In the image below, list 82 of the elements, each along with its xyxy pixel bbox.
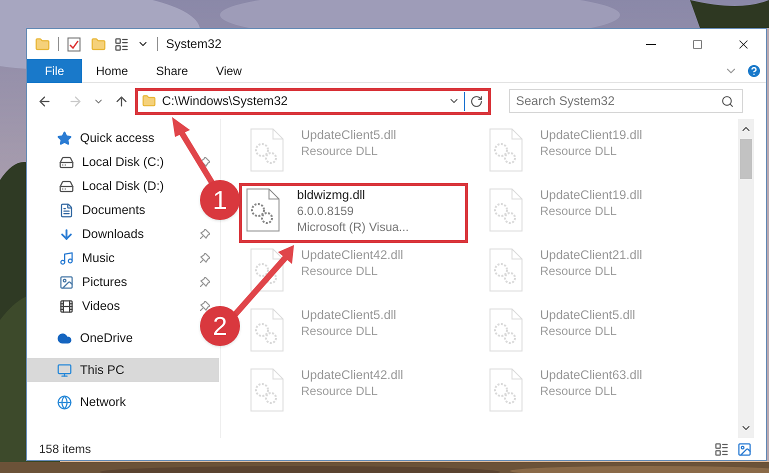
- file-detail: Resource DLL: [540, 203, 618, 219]
- cloud-icon: [57, 330, 72, 346]
- scroll-thumb[interactable]: [740, 139, 752, 179]
- maximize-icon: [692, 38, 702, 50]
- dll-file-icon: [245, 187, 281, 233]
- address-path: C:\Windows\System32: [162, 92, 288, 110]
- file-item[interactable]: bldwizmg.dll 6.0.0.8159 Microsoft (R) Visua...: [242, 186, 464, 240]
- file-detail: 6.0.0.8159: [297, 203, 355, 219]
- dll-file-icon: [488, 247, 524, 293]
- file-name: UpdateClient63.dll: [540, 367, 642, 383]
- file-detail: Resource DLL: [540, 383, 618, 399]
- properties-icon[interactable]: [114, 36, 129, 52]
- file-detail: Resource DLL: [301, 263, 379, 279]
- drive-icon: [59, 154, 74, 170]
- ribbon-tab[interactable]: Share: [142, 58, 202, 82]
- address-bar[interactable]: C:\Windows\System32: [138, 90, 488, 112]
- nav-item[interactable]: Pictures: [59, 272, 128, 292]
- file-name: UpdateClient5.dll: [301, 307, 396, 323]
- scrollbar[interactable]: [738, 119, 754, 438]
- file-detail: Resource DLL: [540, 143, 618, 159]
- dll-file-icon: [488, 127, 524, 173]
- dll-file-icon: [249, 307, 285, 353]
- nav-item[interactable]: OneDrive: [57, 328, 133, 348]
- item-count: 158 items: [39, 441, 92, 458]
- file-name: UpdateClient19.dll: [540, 127, 642, 143]
- file-name: UpdateClient5.dll: [301, 127, 396, 143]
- nav-item[interactable]: Videos: [59, 296, 120, 316]
- pin-icon[interactable]: [200, 229, 210, 239]
- search-icon[interactable]: [721, 94, 734, 108]
- folder-icon: [142, 94, 156, 108]
- picture-icon: [59, 274, 74, 290]
- nav-item[interactable]: Downloads: [59, 224, 144, 244]
- search-input[interactable]: Search System32: [516, 92, 721, 110]
- pin-icon[interactable]: [200, 301, 210, 311]
- drive-icon: [59, 178, 74, 194]
- monitor-icon: [57, 362, 72, 378]
- details-view-icon[interactable]: [714, 442, 729, 456]
- dll-file-icon: [488, 187, 524, 233]
- back-icon[interactable]: [37, 94, 52, 108]
- help-icon[interactable]: [746, 62, 762, 78]
- file-detail: Resource DLL: [540, 323, 618, 339]
- file-name: UpdateClient42.dll: [301, 367, 404, 383]
- window-title: System32: [166, 36, 222, 53]
- search-field[interactable]: Search System32: [509, 89, 743, 113]
- file-detail: Resource DLL: [301, 383, 379, 399]
- file-detail: Resource DLL: [301, 323, 379, 339]
- up-icon[interactable]: [114, 94, 129, 108]
- ribbon-tab[interactable]: View: [202, 58, 256, 82]
- file-name: bldwizmg.dll: [297, 187, 366, 203]
- nav-item[interactable]: Quick access: [57, 128, 154, 148]
- music-note-icon: [59, 250, 74, 266]
- dll-file-icon: [488, 307, 524, 353]
- file-name: UpdateClient42.dll: [301, 247, 404, 263]
- down-arrow-icon: [59, 226, 74, 242]
- document-icon: [59, 202, 74, 218]
- film-icon: [59, 298, 74, 314]
- file-name: UpdateClient21.dll: [540, 247, 642, 263]
- checklist-icon[interactable]: [67, 36, 81, 52]
- dll-file-icon: [249, 367, 285, 413]
- nav-item[interactable]: Music: [59, 248, 115, 268]
- file-name: UpdateClient5.dll: [540, 307, 636, 323]
- dll-file-icon: [488, 367, 524, 413]
- globe-icon: [57, 394, 72, 410]
- ribbon-tab[interactable]: Home: [82, 58, 142, 82]
- file-detail: Resource DLL: [540, 263, 618, 279]
- pin-icon[interactable]: [200, 253, 210, 263]
- pin-icon[interactable]: [200, 277, 210, 287]
- dll-file-icon: [249, 127, 285, 173]
- pin-icon[interactable]: [200, 157, 210, 167]
- file-detail: Microsoft (R) Visua...: [297, 219, 409, 235]
- dll-file-icon: [249, 247, 285, 293]
- file-name: UpdateClient19.dll: [540, 187, 642, 203]
- file-detail: Resource DLL: [301, 143, 379, 159]
- nav-item[interactable]: Local Disk (D:): [59, 176, 164, 196]
- star-icon: [57, 130, 72, 146]
- file-tab[interactable]: File: [27, 58, 82, 82]
- tiles-view-icon[interactable]: [737, 442, 752, 456]
- refresh-icon[interactable]: [470, 94, 483, 108]
- nav-item[interactable]: This PC: [27, 358, 219, 382]
- nav-item[interactable]: Local Disk (C:): [59, 152, 164, 172]
- nav-item[interactable]: Documents: [59, 200, 146, 220]
- nav-item[interactable]: Network: [57, 392, 126, 412]
